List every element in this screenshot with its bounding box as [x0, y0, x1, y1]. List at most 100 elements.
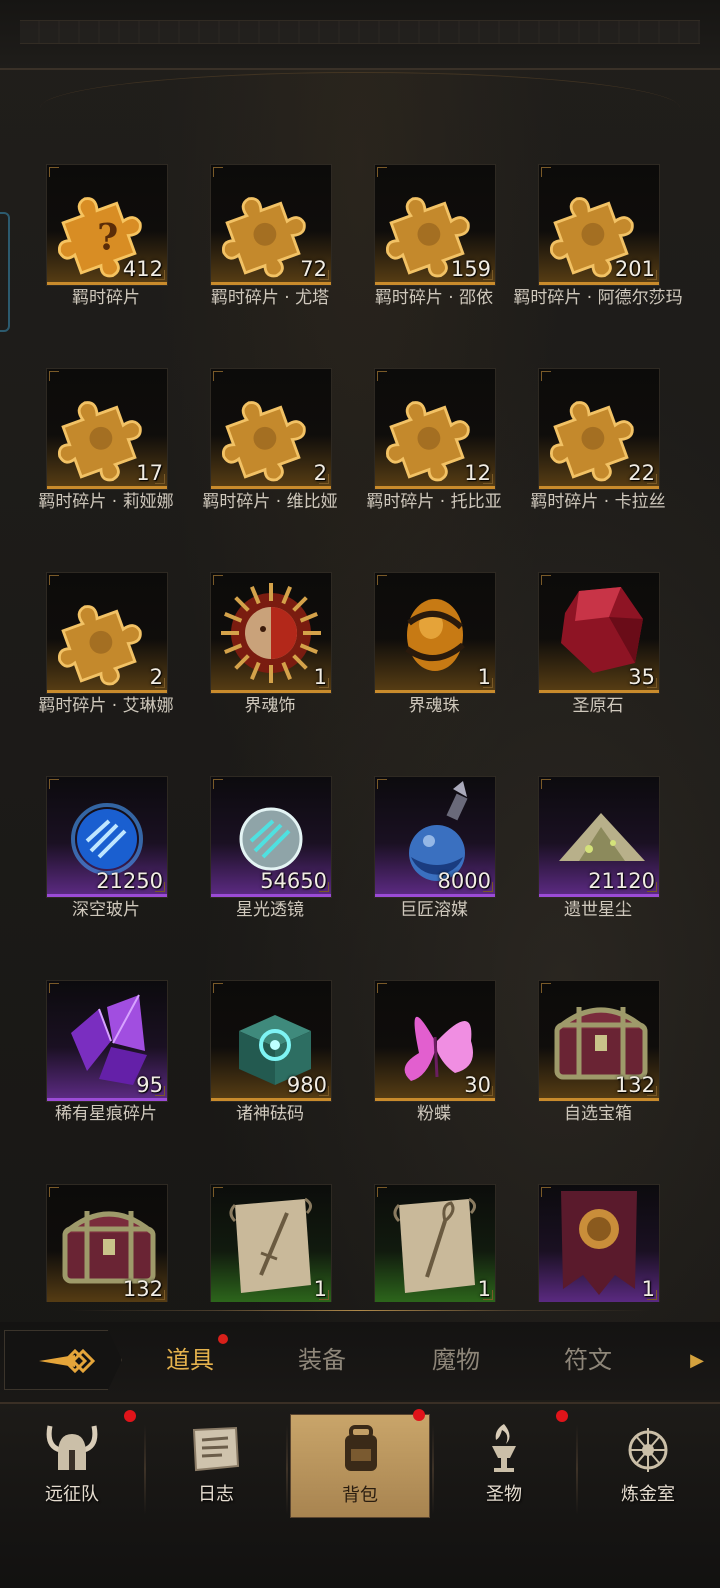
- item-count: 21250: [96, 869, 163, 893]
- inventory-item[interactable]: 21120 遗世星尘: [500, 772, 664, 962]
- tile-corner: [213, 779, 223, 789]
- item-count: 95: [136, 1073, 163, 1097]
- alchemy-symbol-icon: [628, 1428, 668, 1472]
- inventory-item[interactable]: 1: [500, 1180, 664, 1302]
- item-count: 1: [641, 1277, 655, 1301]
- svg-text:?: ?: [97, 216, 118, 259]
- inventory-item[interactable]: 21250 深空玻片: [8, 772, 172, 962]
- tile-corner: [377, 779, 387, 789]
- nav-label: 背包: [342, 1485, 378, 1506]
- item-tile[interactable]: 30: [374, 980, 496, 1102]
- inventory-item[interactable]: 30 粉蝶: [336, 976, 500, 1166]
- inventory-item[interactable]: 17 羁时碎片 · 莉娅娜: [8, 364, 174, 554]
- item-count: 2: [313, 461, 327, 485]
- item-tile[interactable]: 132: [46, 1184, 168, 1302]
- category-filter-button[interactable]: [4, 1330, 122, 1390]
- item-tile[interactable]: ? 412: [46, 164, 168, 286]
- tile-corner: [49, 371, 59, 381]
- item-tile[interactable]: 21120: [538, 776, 660, 898]
- inventory-item[interactable]: 201 羁时碎片 · 阿德尔莎玛: [500, 160, 683, 350]
- tile-corner: [49, 575, 59, 585]
- tab-monsters[interactable]: 魔物: [432, 1340, 480, 1375]
- inventory-item[interactable]: 159 羁时碎片 · 邵依: [336, 160, 500, 350]
- inventory-item[interactable]: 1 界魂饰: [172, 568, 336, 758]
- inventory-item[interactable]: 22 羁时碎片 · 卡拉丝: [500, 364, 666, 554]
- item-tile[interactable]: 980: [210, 980, 332, 1102]
- item-count: 35: [628, 665, 655, 689]
- tile-corner: [377, 167, 387, 177]
- item-tile[interactable]: 2: [210, 368, 332, 490]
- inventory-item[interactable]: 2 羁时碎片 · 维比娅: [172, 364, 338, 554]
- nav-relics[interactable]: 圣物: [434, 1410, 574, 1518]
- item-tile[interactable]: 1: [374, 1184, 496, 1302]
- inventory-item[interactable]: 8000 巨匠溶媒: [336, 772, 500, 962]
- item-tile[interactable]: 159: [374, 164, 496, 286]
- item-count: 17: [136, 461, 163, 485]
- double-diamond-arrow-icon: [39, 1348, 96, 1374]
- item-count: 21120: [588, 869, 655, 893]
- item-label: 羁时碎片 · 阿德尔莎玛: [513, 288, 683, 308]
- inventory-item[interactable]: 132 自选宝箱: [500, 976, 664, 1166]
- item-count: 132: [614, 1073, 655, 1097]
- item-tile[interactable]: 22: [538, 368, 660, 490]
- item-label: 遗世星尘: [564, 900, 632, 920]
- nav-label: 日志: [198, 1484, 234, 1505]
- item-tile[interactable]: 2: [46, 572, 168, 694]
- item-count: 201: [614, 257, 655, 281]
- nav-journal[interactable]: 日志: [146, 1414, 286, 1518]
- item-tile[interactable]: 12: [374, 368, 496, 490]
- inventory-item[interactable]: 1: [336, 1180, 500, 1302]
- tab-label: 符文: [564, 1346, 612, 1374]
- item-count: 30: [464, 1073, 491, 1097]
- item-tile[interactable]: 95: [46, 980, 168, 1102]
- nav-badge-dot: [556, 1410, 568, 1422]
- item-tile[interactable]: 8000: [374, 776, 496, 898]
- inventory-item[interactable]: 35 圣原石: [500, 568, 664, 758]
- item-tile[interactable]: 201: [538, 164, 660, 286]
- tile-corner: [49, 1187, 59, 1197]
- item-count: 22: [628, 461, 655, 485]
- tile-corner: [49, 167, 59, 177]
- backpack-icon: [345, 1425, 377, 1471]
- tab-items[interactable]: 道具: [166, 1334, 228, 1375]
- inventory-item[interactable]: 1: [172, 1180, 336, 1302]
- tab-runes[interactable]: 符文: [564, 1340, 612, 1375]
- chevron-right-icon[interactable]: ▶: [690, 1350, 704, 1371]
- nav-expedition[interactable]: 远征队: [2, 1410, 142, 1518]
- tab-label: 装备: [298, 1346, 346, 1374]
- item-tile[interactable]: 21250: [46, 776, 168, 898]
- item-tile[interactable]: 1: [538, 1184, 660, 1302]
- tile-corner: [541, 779, 551, 789]
- inventory-item[interactable]: 72 羁时碎片 · 尤塔: [172, 160, 336, 350]
- inventory-item[interactable]: 2 羁时碎片 · 艾琳娜: [8, 568, 174, 758]
- item-count: 12: [464, 461, 491, 485]
- inventory-item[interactable]: 12 羁时碎片 · 托比亚: [336, 364, 502, 554]
- item-tile[interactable]: 54650: [210, 776, 332, 898]
- nav-backpack[interactable]: 背包: [290, 1409, 430, 1518]
- inventory-item[interactable]: 132: [8, 1180, 172, 1302]
- tile-corner: [541, 371, 551, 381]
- nav-alchemy[interactable]: 炼金室: [578, 1414, 718, 1518]
- inventory-item[interactable]: 95 稀有星痕碎片: [8, 976, 172, 1166]
- item-tile[interactable]: 1: [210, 1184, 332, 1302]
- item-tile[interactable]: 1: [210, 572, 332, 694]
- inventory-item[interactable]: 54650 星光透镜: [172, 772, 336, 962]
- inventory-item[interactable]: 1 界魂珠: [336, 568, 500, 758]
- tile-corner: [49, 779, 59, 789]
- item-tile[interactable]: 1: [374, 572, 496, 694]
- nav-label: 远征队: [45, 1484, 99, 1505]
- item-tile[interactable]: 132: [538, 980, 660, 1102]
- top-ornament-bar: [0, 0, 720, 70]
- nav-badge-dot: [413, 1409, 425, 1421]
- item-tile[interactable]: 72: [210, 164, 332, 286]
- inventory-item[interactable]: ? 412 羁时碎片: [8, 160, 172, 350]
- item-label: 自选宝箱: [564, 1104, 632, 1124]
- tile-corner: [541, 575, 551, 585]
- tile-corner: [541, 167, 551, 177]
- nav-badge-dot: [124, 1410, 136, 1422]
- tab-equipment[interactable]: 装备: [298, 1340, 346, 1375]
- torch-icon: [492, 1424, 516, 1472]
- item-tile[interactable]: 17: [46, 368, 168, 490]
- item-tile[interactable]: 35: [538, 572, 660, 694]
- inventory-item[interactable]: 980 诸神砝码: [172, 976, 336, 1166]
